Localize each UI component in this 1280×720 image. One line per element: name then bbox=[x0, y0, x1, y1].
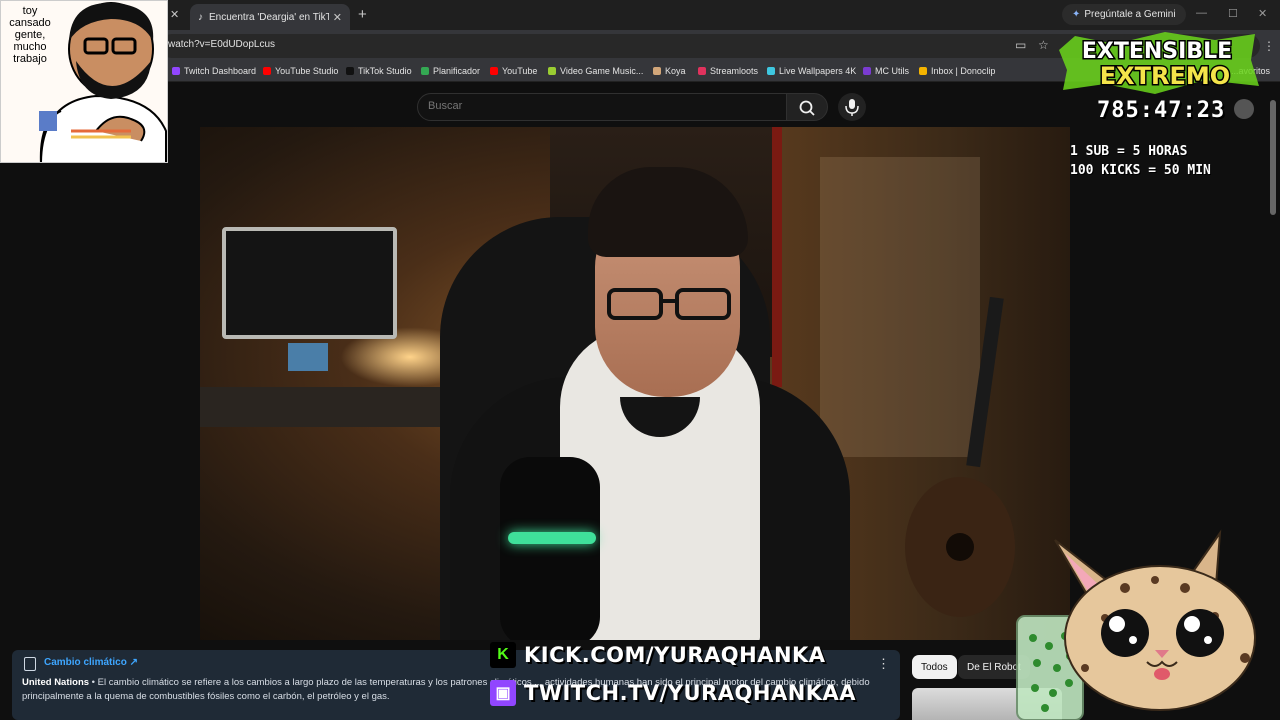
bookmark-planificador[interactable]: Planificador bbox=[421, 66, 480, 76]
donoclip-icon bbox=[919, 67, 927, 75]
bookmark-video-game-music[interactable]: Video Game Music... bbox=[548, 66, 643, 76]
logo-line2: EXTREMO bbox=[1100, 62, 1230, 90]
kick-url: KICK.COM/YURAQHANKA bbox=[524, 643, 826, 667]
bookmark-streamloots[interactable]: Streamloots bbox=[698, 66, 758, 76]
wallpaper-icon bbox=[767, 67, 775, 75]
art-caption: toy cansado gente, mucho trabajo bbox=[9, 5, 51, 65]
search-icon bbox=[799, 100, 815, 116]
document-icon bbox=[24, 657, 36, 671]
gemini-button[interactable]: ✦ Pregúntale a Gemini bbox=[1062, 4, 1186, 25]
menu-icon[interactable]: ⋮ bbox=[1263, 39, 1275, 53]
minimize-icon[interactable]: — bbox=[1196, 7, 1207, 19]
bookmark-tiktok-studio[interactable]: TikTok Studio bbox=[346, 66, 412, 76]
close-previous-tab-icon[interactable]: ✕ bbox=[170, 8, 179, 21]
url-text: watch?v=E0dUDopLcus bbox=[168, 39, 276, 50]
twitch-url: TWITCH.TV/YURAQHANKAA bbox=[524, 681, 857, 705]
monitor-stand bbox=[288, 343, 328, 371]
search-button[interactable] bbox=[786, 93, 828, 121]
chip-todos[interactable]: Todos bbox=[912, 655, 957, 679]
kick-icon: K bbox=[490, 642, 516, 668]
tab-title: Encuentra 'Deargia' en TikTok | bbox=[209, 11, 329, 23]
streamloots-icon bbox=[698, 67, 706, 75]
tiktok-icon: ♪ bbox=[198, 11, 203, 23]
info-panel-title[interactable]: Cambio climático ↗ bbox=[44, 657, 138, 668]
info-source: United Nations bbox=[22, 677, 90, 688]
more-options-icon[interactable]: ⋮ bbox=[877, 656, 890, 672]
kick-promo: K KICK.COM/YURAQHANKA bbox=[490, 642, 826, 668]
close-icon[interactable]: ✕ bbox=[333, 11, 342, 24]
microphone-icon bbox=[845, 99, 859, 116]
maximize-icon[interactable]: ☐ bbox=[1228, 7, 1238, 20]
youtube-icon bbox=[490, 67, 498, 75]
extensible-extremo-logo: EXTENSIBLE EXTREMO bbox=[1059, 32, 1259, 94]
twitch-promo: ▣ TWITCH.TV/YURAQHANKAA bbox=[490, 680, 856, 706]
bookmark-inbox-donoclip[interactable]: Inbox | Donoclip bbox=[919, 66, 995, 76]
glasses bbox=[607, 288, 731, 320]
bookmark-live-wallpapers[interactable]: Live Wallpapers 4K bbox=[767, 66, 856, 76]
bookmark-koya[interactable]: Koya bbox=[653, 66, 686, 76]
podcast-microphone bbox=[500, 457, 600, 640]
bookmark-mc-utils[interactable]: MC Utils bbox=[863, 66, 909, 76]
bookmark-youtube[interactable]: YouTube bbox=[490, 66, 537, 76]
channel-promo-overlay: K KICK.COM/YURAQHANKA ▣ TWITCH.TV/YURAQH… bbox=[490, 640, 856, 720]
page-scrollbar[interactable] bbox=[1270, 100, 1276, 215]
window-close-icon[interactable]: ✕ bbox=[1258, 7, 1267, 20]
music-icon bbox=[548, 67, 556, 75]
shelf-post bbox=[772, 127, 782, 387]
bookmark-twitch-dashboard[interactable]: Twitch Dashboard bbox=[172, 66, 256, 76]
mc-utils-icon bbox=[863, 67, 871, 75]
twitch-icon: ▣ bbox=[490, 680, 516, 706]
cat-mascot-overlay bbox=[1016, 529, 1256, 720]
bookmark-star-icon[interactable]: ☆ bbox=[1038, 38, 1049, 52]
koya-icon bbox=[653, 67, 661, 75]
bookmark-youtube-studio[interactable]: YouTube Studio bbox=[263, 66, 338, 76]
planner-icon bbox=[421, 67, 429, 75]
video-player[interactable] bbox=[200, 127, 1070, 640]
desk-monitor bbox=[222, 227, 397, 339]
logo-line1: EXTENSIBLE bbox=[1082, 39, 1232, 64]
new-tab-icon[interactable]: + bbox=[358, 6, 367, 23]
twitch-icon bbox=[172, 67, 180, 75]
search-input[interactable] bbox=[428, 100, 768, 112]
youtube-studio-icon bbox=[263, 67, 271, 75]
gemini-label: Pregúntale a Gemini bbox=[1084, 9, 1176, 20]
gemini-sparkle-icon: ✦ bbox=[1072, 9, 1081, 20]
cast-icon[interactable]: ▭ bbox=[1015, 38, 1026, 52]
subathon-timer: 785:47:23 bbox=[1097, 98, 1226, 123]
caption-art-overlay: toy cansado gente, mucho trabajo bbox=[0, 0, 168, 163]
youtube-search-box[interactable] bbox=[417, 93, 787, 121]
subathon-rules: 1 SUB = 5 HORAS 100 KICKS = 50 MIN bbox=[1070, 144, 1211, 178]
avatar[interactable] bbox=[1234, 99, 1254, 119]
microphone-glow-ring bbox=[508, 532, 596, 544]
browser-tab-strip: ✕ ♪ Encuentra 'Deargia' en TikTok | ✕ + … bbox=[0, 0, 1280, 30]
tiktok-icon bbox=[346, 67, 354, 75]
stream-screen: ✕ ♪ Encuentra 'Deargia' en TikTok | ✕ + … bbox=[0, 0, 1280, 720]
tab-tiktok[interactable]: ♪ Encuentra 'Deargia' en TikTok | ✕ bbox=[190, 4, 350, 30]
voice-search-button[interactable] bbox=[838, 93, 866, 121]
